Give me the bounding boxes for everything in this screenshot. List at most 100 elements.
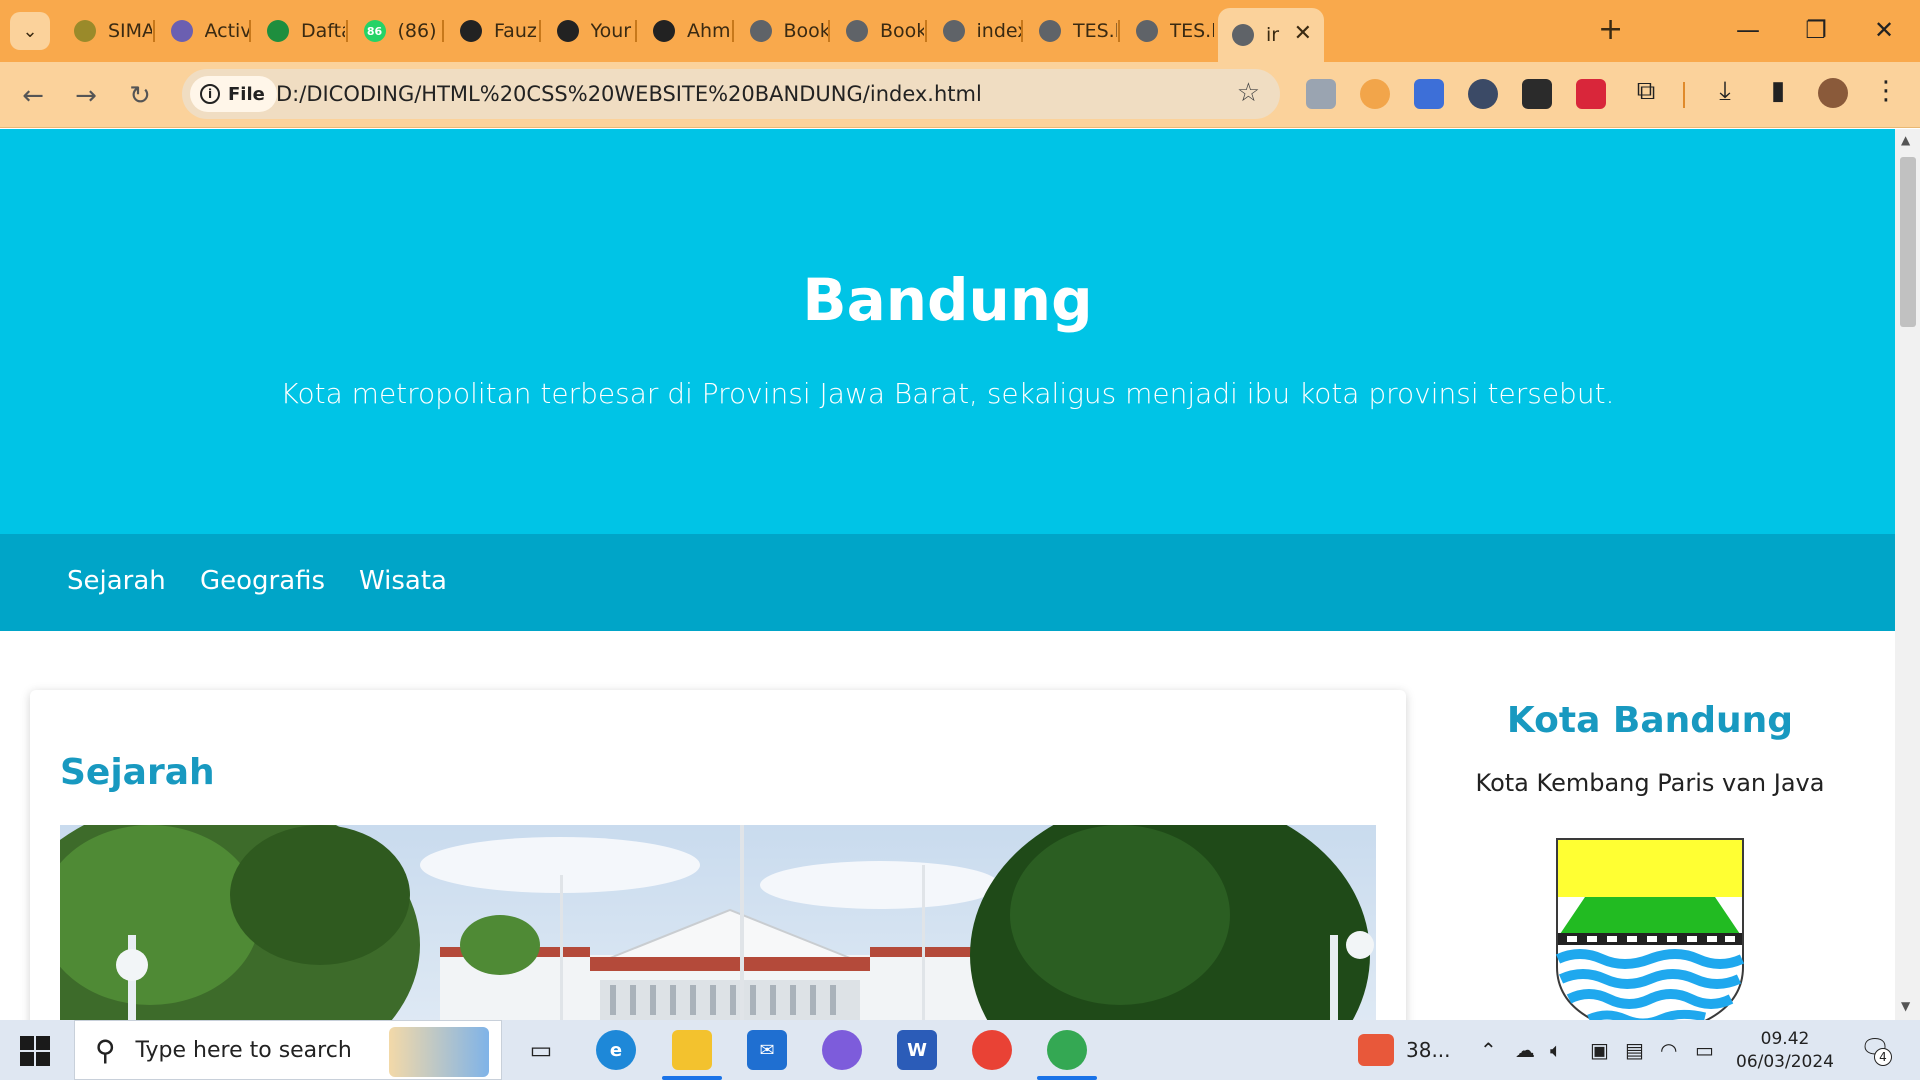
battery-icon[interactable]: ▭ <box>1695 1038 1714 1062</box>
word-icon[interactable]: W <box>897 1030 937 1070</box>
tab-separator <box>442 20 444 42</box>
display-icon[interactable]: ▤ <box>1625 1038 1644 1062</box>
cloud-icon[interactable]: ☁ <box>1515 1038 1535 1062</box>
tab[interactable]: Your F <box>543 8 635 54</box>
scroll-up-icon[interactable]: ▲ <box>1901 133 1910 147</box>
tab-separator <box>345 20 348 42</box>
extensions-puzzle-icon[interactable]: ⧉ <box>1628 76 1664 107</box>
forward-button[interactable]: → <box>66 76 106 116</box>
chrome-active-icon[interactable] <box>1047 1030 1087 1070</box>
page-scrollbar[interactable]: ▲ ▼ <box>1895 129 1920 1020</box>
bookmark-star-icon[interactable]: ☆ <box>1237 78 1260 108</box>
avatar[interactable] <box>1818 78 1848 108</box>
chrome-profile-icon[interactable] <box>972 1030 1012 1070</box>
download-icon[interactable]: ⤓ <box>1707 76 1743 107</box>
windows-start-icon[interactable] <box>20 1036 50 1066</box>
extension-web-icon[interactable] <box>1468 79 1498 109</box>
tab-separator <box>1117 20 1120 42</box>
tab[interactable]: SIMA <box>60 8 152 54</box>
reload-button[interactable]: ↻ <box>120 76 160 116</box>
nav-link-geografis[interactable]: Geografis <box>200 566 325 596</box>
tab-separator <box>924 20 927 42</box>
address-bar[interactable]: i File D:/DICODING/HTML%20CSS%20WEBSITE%… <box>182 69 1280 119</box>
tab-title: SIMA <box>108 20 152 42</box>
tab-title: Fauzar <box>494 20 538 42</box>
back-button[interactable]: ← <box>13 76 53 116</box>
toolbar-divider <box>1683 82 1685 108</box>
info-icon: i <box>200 84 220 104</box>
tab-search-button[interactable]: ⌄ <box>10 12 50 50</box>
tab-separator <box>635 20 637 42</box>
article-card: Sejarah <box>30 690 1406 1020</box>
search-icon: ⚲ <box>95 1033 116 1067</box>
file-explorer-icon[interactable] <box>672 1030 712 1070</box>
tab-favicon-icon <box>1039 20 1061 42</box>
tab-favicon-icon <box>846 20 868 42</box>
tab-active[interactable]: ir ✕ <box>1218 8 1324 62</box>
site-info-chip[interactable]: i File <box>190 76 277 112</box>
system-clock[interactable]: 09.42 06/03/2024 <box>1730 1028 1840 1074</box>
tab[interactable]: index <box>929 8 1021 54</box>
scroll-down-icon[interactable]: ▼ <box>1901 999 1910 1013</box>
extension-orange-icon[interactable] <box>1360 79 1390 109</box>
tab-title: Activit <box>204 20 249 42</box>
article-heading: Sejarah <box>60 752 215 793</box>
scrollbar-thumb[interactable] <box>1900 157 1916 327</box>
extension-dark-icon[interactable] <box>1522 79 1552 109</box>
edge-browser-icon[interactable]: e <box>596 1030 636 1070</box>
chevron-up-icon[interactable]: ⌃ <box>1480 1038 1497 1062</box>
nav-link-sejarah[interactable]: Sejarah <box>67 566 166 596</box>
tab-separator <box>249 20 251 42</box>
tab-separator <box>731 20 734 42</box>
search-placeholder: Type here to search <box>135 1037 352 1063</box>
tab[interactable]: TES.ht <box>1025 8 1117 54</box>
meet-icon[interactable]: ▣ <box>1590 1038 1609 1062</box>
sidebar-title: Kota Bandung <box>1506 700 1794 741</box>
new-tab-button[interactable]: + <box>1598 12 1623 48</box>
tab-close-icon[interactable]: ✕ <box>1294 21 1312 46</box>
tab[interactable]: Fauzar <box>446 8 538 54</box>
tab-title: Daftar <box>301 20 345 42</box>
clock-date: 06/03/2024 <box>1736 1052 1834 1072</box>
mail-icon[interactable]: ✉ <box>747 1030 787 1070</box>
search-highlight-illustration <box>389 1027 489 1077</box>
side-panel-icon[interactable]: ▮ <box>1760 76 1796 106</box>
tab-favicon-icon <box>267 20 289 42</box>
profile-sidebar: Kota Bandung Kota Kembang Paris van Java <box>1430 690 1870 1020</box>
tab[interactable]: Ahma <box>639 8 731 54</box>
copilot-icon[interactable] <box>822 1030 862 1070</box>
weather-car-icon[interactable] <box>1358 1034 1394 1066</box>
tab[interactable]: Books <box>832 8 924 54</box>
restore-button[interactable]: ❐ <box>1786 10 1846 50</box>
plus-icon: + <box>1598 12 1624 47</box>
tab-separator <box>538 20 541 42</box>
notification-count-badge: 4 <box>1874 1048 1892 1066</box>
arrow-right-icon: → <box>75 81 97 111</box>
more-menu-icon[interactable]: ⋮ <box>1868 76 1904 106</box>
tab-favicon-icon <box>942 20 965 42</box>
notification-center-button[interactable]: 🗨︎ 4 <box>1860 1034 1892 1066</box>
extension-red-icon[interactable] <box>1576 79 1606 109</box>
tab[interactable]: Books <box>736 8 828 54</box>
tab-title: Books <box>783 20 828 42</box>
tab[interactable]: 86 (86) W <box>350 8 442 54</box>
tab[interactable]: Activit <box>157 8 249 54</box>
tab-title: Your F <box>590 20 635 42</box>
browser-tab-bar: ⌄ SIMA Activit Daftar 86 (86) W Fauzar Your F A… <box>0 0 1920 62</box>
wifi-icon[interactable]: ◠ <box>1660 1038 1677 1062</box>
minimize-button[interactable]: — <box>1718 10 1778 50</box>
url-text[interactable]: D:/DICODING/HTML%20CSS%20WEBSITE%20BANDU… <box>276 82 982 106</box>
extension-blue-icon[interactable] <box>1414 79 1444 109</box>
tab[interactable]: TES.ht <box>1122 8 1214 54</box>
taskbar-search-box[interactable]: ⚲ Type here to search <box>74 1020 502 1080</box>
nav-link-wisata[interactable]: Wisata <box>359 566 447 596</box>
volume-icon[interactable]: 🔈︎ <box>1550 1038 1562 1062</box>
tab-favicon-icon <box>653 20 675 42</box>
tab[interactable]: Daftar <box>253 8 345 54</box>
close-window-button[interactable]: ✕ <box>1854 10 1914 50</box>
task-view-icon[interactable]: ▭ <box>521 1030 561 1070</box>
weather-text[interactable]: 38... <box>1406 1038 1451 1062</box>
windows-taskbar: ⚲ Type here to search ▭ e ✉ W 38... ⌃ ☁ … <box>0 1020 1920 1080</box>
extension-code-icon[interactable] <box>1306 79 1336 109</box>
clock-time: 09.42 <box>1760 1029 1810 1049</box>
